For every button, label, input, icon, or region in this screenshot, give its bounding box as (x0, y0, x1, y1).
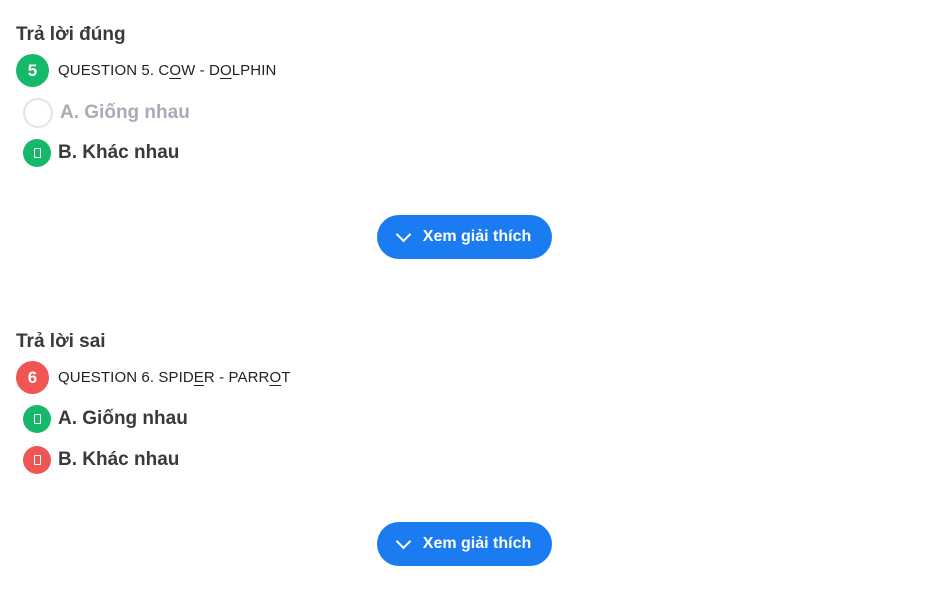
view-explanation-button[interactable]: Xem giải thích (377, 522, 552, 566)
correct-answer-icon (23, 405, 51, 433)
option-a-label: A. Giống nhau (58, 408, 188, 429)
option-b[interactable]: B. Khác nhau (23, 446, 179, 474)
correct-answer-icon (23, 139, 51, 167)
chevron-down-icon (395, 533, 412, 550)
answer-status-wrong: Trả lời sai (16, 331, 106, 352)
question-6-header: 6 QUESTION 6. SPIDER - PARROT (16, 361, 290, 394)
option-b-label: B. Khác nhau (58, 142, 180, 163)
answer-status-correct: Trả lời đúng (16, 24, 126, 45)
question-text: QUESTION 6. SPIDER - PARROT (58, 369, 291, 386)
question-number-badge: 5 (16, 54, 49, 87)
wrong-answer-icon (23, 446, 51, 474)
question-5-header: 5 QUESTION 5. COW - DOLPHIN (16, 54, 276, 87)
option-b[interactable]: B. Khác nhau (23, 139, 179, 167)
view-explanation-button[interactable]: Xem giải thích (377, 215, 552, 259)
option-a[interactable]: A. Giống nhau (23, 98, 190, 128)
question-number-badge: 6 (16, 361, 49, 394)
chevron-down-icon (395, 226, 412, 243)
option-radio-empty[interactable] (23, 98, 53, 128)
option-a[interactable]: A. Giống nhau (23, 405, 188, 433)
option-b-label: B. Khác nhau (58, 449, 180, 470)
option-a-label: A. Giống nhau (60, 102, 190, 123)
question-text: QUESTION 5. COW - DOLPHIN (58, 62, 277, 79)
